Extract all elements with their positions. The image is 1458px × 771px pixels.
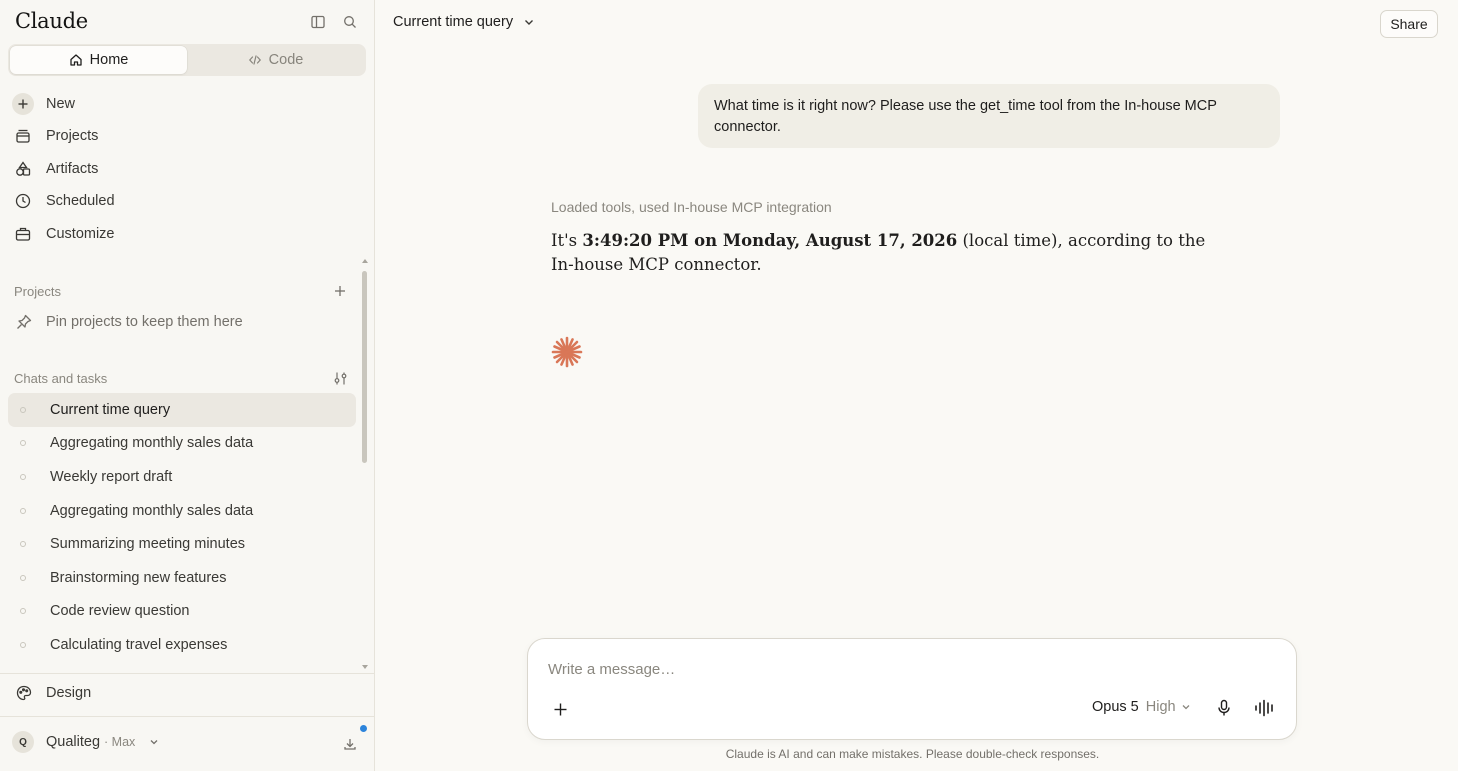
chat-item-label: Aggregating monthly sales data — [50, 502, 254, 519]
divider — [0, 716, 374, 717]
tab-code-label: Code — [268, 52, 304, 68]
projects-icon — [12, 125, 34, 147]
answer-time: 3:49:20 PM on Monday, August 17, 2026 — [582, 231, 958, 250]
chat-item-label: Current time query — [50, 401, 171, 418]
chat-status-icon — [20, 473, 26, 480]
sidebar: Claude Home Code New Projects Artifacts … — [0, 0, 375, 771]
nav-projects-label: Projects — [46, 128, 99, 144]
pin-projects-hint: Pin projects to keep them here — [14, 312, 243, 332]
nav-artifacts[interactable]: Artifacts — [12, 155, 98, 183]
chat-item[interactable]: Brainstorming new features — [8, 561, 356, 595]
model-selector[interactable]: Opus 5 High — [1092, 699, 1191, 715]
share-button[interactable]: Share — [1380, 10, 1438, 38]
nav-new[interactable]: New — [12, 90, 75, 118]
home-icon — [70, 54, 82, 66]
tab-code[interactable]: Code — [187, 46, 364, 74]
chat-list: Current time query Aggregating monthly s… — [8, 393, 356, 662]
pin-icon — [14, 312, 34, 332]
clock-icon — [12, 190, 34, 212]
answer-prefix: It's — [551, 231, 583, 250]
tool-usage-note[interactable]: Loaded tools, used In-house MCP integrat… — [551, 199, 832, 215]
model-effort: High — [1145, 699, 1176, 715]
nav-new-label: New — [46, 96, 76, 112]
chat-item-label: Weekly report draft — [50, 468, 173, 485]
chat-item[interactable]: Weekly report draft — [8, 460, 356, 494]
scroll-up-arrow[interactable] — [362, 259, 368, 263]
chat-item[interactable]: Current time query — [8, 393, 356, 427]
chat-title: Current time query — [393, 14, 514, 30]
chat-item-label: Code review question — [50, 603, 190, 620]
tab-home[interactable]: Home — [10, 46, 187, 74]
add-attachment-icon[interactable] — [550, 699, 570, 719]
nav-design-label: Design — [46, 685, 92, 701]
divider — [0, 673, 374, 674]
user-plan: · Max — [104, 735, 136, 749]
nav-design[interactable]: Design — [14, 683, 91, 703]
chat-status-icon — [20, 507, 26, 514]
nav-scheduled-label: Scheduled — [46, 193, 115, 209]
disclaimer: Claude is AI and can make mistakes. Plea… — [725, 747, 1100, 761]
chevron-down-icon — [150, 740, 158, 745]
filter-icon[interactable] — [331, 369, 349, 387]
user-name: Qualiteg — [46, 734, 101, 750]
account-menu[interactable]: Q Qualiteg · Max — [12, 731, 159, 753]
search-icon[interactable] — [340, 12, 360, 32]
projects-section-label: Projects — [14, 284, 61, 299]
model-name: Opus 5 — [1092, 699, 1139, 715]
chevron-down-icon — [525, 20, 534, 25]
chat-item[interactable]: Code review question — [8, 595, 356, 629]
nav-projects[interactable]: Projects — [12, 122, 98, 150]
assistant-message: It's 3:49:20 PM on Monday, August 17, 20… — [551, 229, 1231, 277]
tab-home-label: Home — [89, 52, 129, 68]
chat-title-menu[interactable]: Current time query — [393, 14, 535, 30]
chat-status-icon — [20, 574, 26, 581]
chat-status-icon — [20, 608, 26, 615]
chats-section-label: Chats and tasks — [14, 371, 108, 386]
scroll-down-arrow[interactable] — [362, 665, 368, 669]
mode-switch: Home Code — [8, 44, 366, 76]
chat-status-icon — [20, 541, 26, 548]
chat-item-label: Brainstorming new features — [50, 569, 227, 586]
briefcase-icon — [12, 223, 34, 245]
nav-customize[interactable]: Customize — [12, 220, 115, 248]
nav-scheduled[interactable]: Scheduled — [12, 187, 115, 215]
microphone-icon[interactable] — [1214, 698, 1234, 718]
user-message: What time is it right now? Please use th… — [698, 84, 1280, 148]
sidebar-toggle-icon[interactable] — [308, 12, 328, 32]
chat-item[interactable]: Summarizing meeting minutes — [8, 527, 356, 561]
claude-spark-icon — [551, 336, 583, 368]
voice-mode-icon[interactable] — [1253, 698, 1277, 718]
notification-dot — [360, 725, 367, 732]
chevron-down-icon — [1182, 705, 1190, 710]
chat-panel: Current time query Share What time is it… — [375, 0, 1458, 771]
artifacts-icon — [12, 158, 34, 180]
chat-item[interactable]: Calculating travel expenses — [8, 628, 356, 662]
chat-item-label: Calculating travel expenses — [50, 636, 228, 653]
message-input[interactable] — [548, 661, 1248, 678]
pin-projects-text: Pin projects to keep them here — [46, 314, 243, 330]
code-icon — [248, 55, 261, 65]
chat-item[interactable]: Aggregating monthly sales data — [8, 427, 356, 461]
chat-status-icon — [20, 406, 26, 413]
brand-logo[interactable]: Claude — [15, 9, 88, 33]
add-project-icon[interactable] — [331, 282, 349, 300]
chat-item[interactable]: Aggregating monthly sales data — [8, 494, 356, 528]
message-composer: Opus 5 High — [527, 638, 1297, 740]
avatar: Q — [12, 731, 34, 753]
palette-icon — [14, 683, 34, 703]
chat-status-icon — [20, 641, 26, 648]
plus-icon — [12, 93, 34, 115]
sidebar-scrollbar[interactable] — [362, 271, 367, 463]
chat-status-icon — [20, 440, 26, 447]
nav-customize-label: Customize — [46, 226, 115, 242]
nav-artifacts-label: Artifacts — [46, 161, 99, 177]
chat-item-label: Summarizing meeting minutes — [50, 536, 246, 553]
chat-item-label: Aggregating monthly sales data — [50, 435, 254, 452]
download-icon[interactable] — [341, 735, 359, 753]
